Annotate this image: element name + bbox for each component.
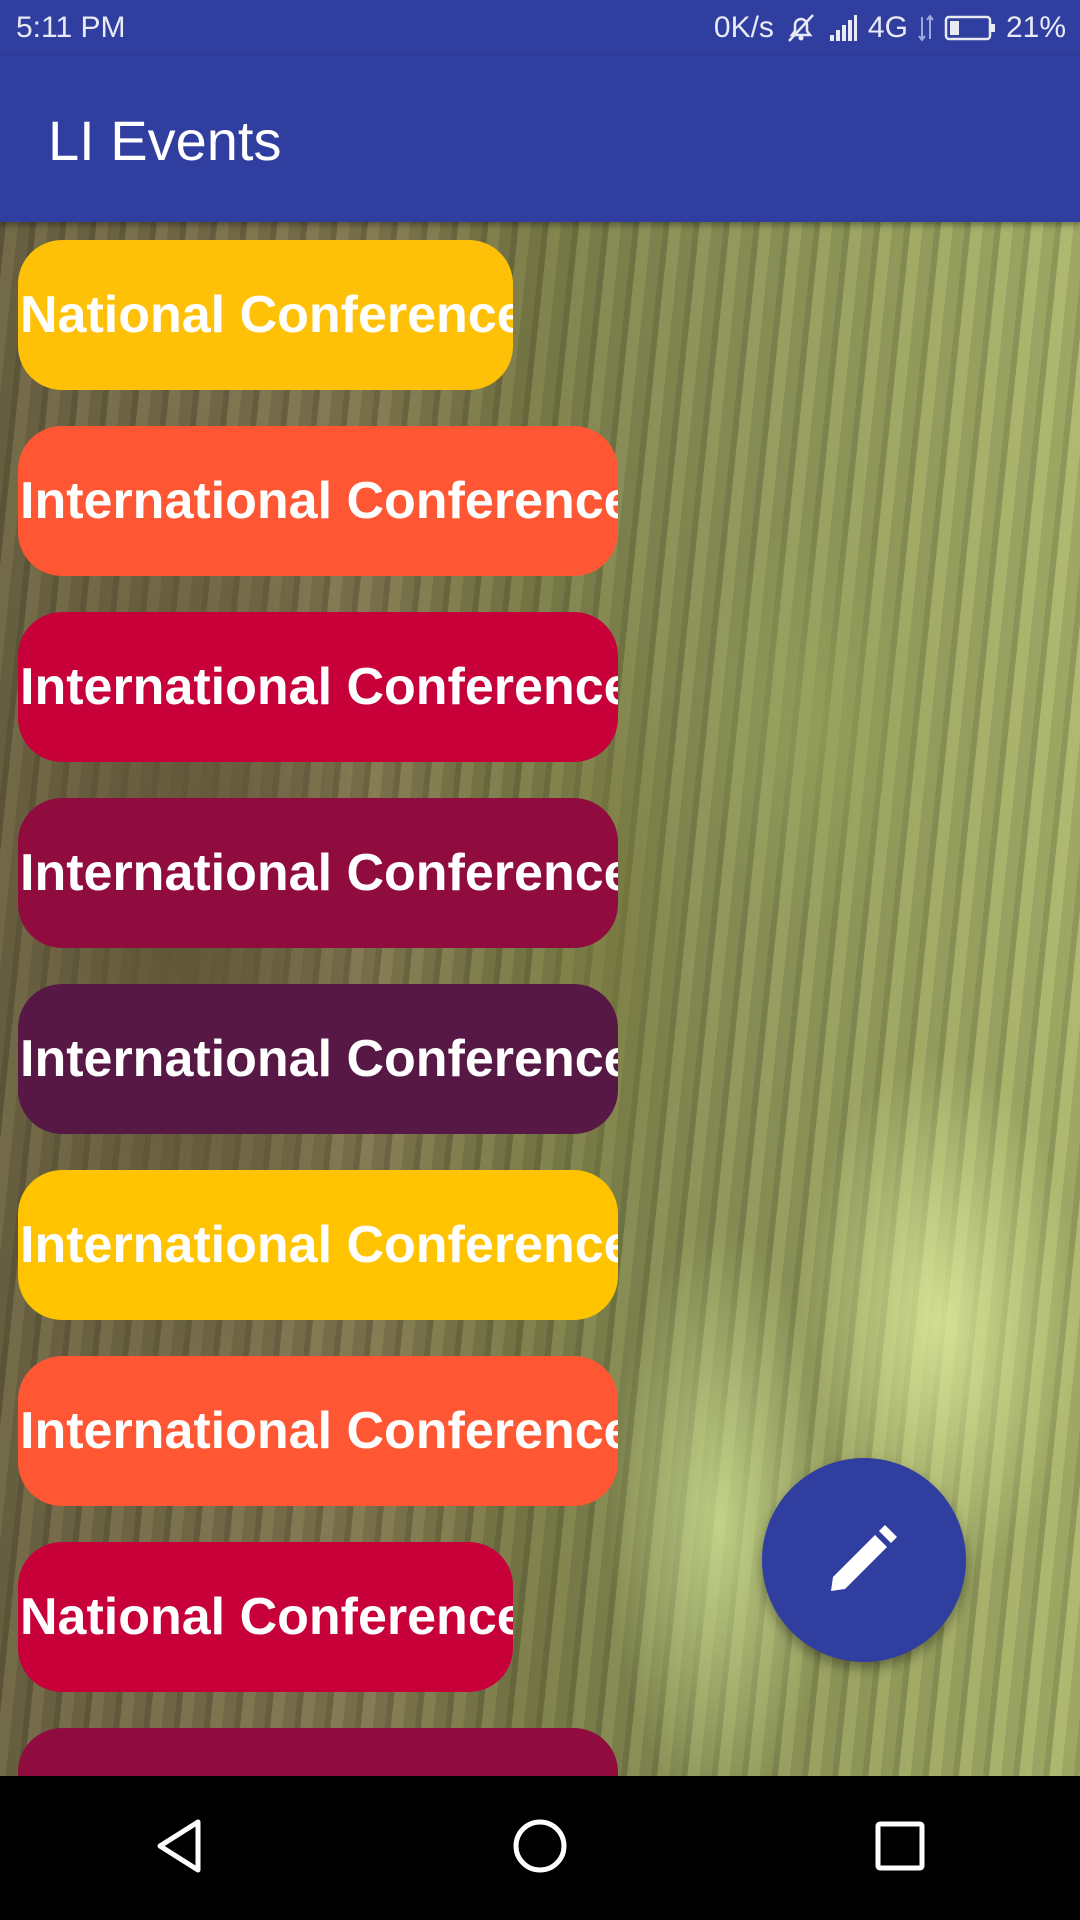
back-icon	[148, 1814, 212, 1883]
alarm-off-icon	[784, 0, 818, 56]
event-label: International Conference	[20, 1402, 618, 1460]
status-bar: 5:11 PM 0K/s 4G 21%	[0, 0, 1080, 56]
event-label: National Conference	[20, 1588, 513, 1646]
event-label: International Conference	[20, 844, 618, 902]
event-item[interactable]: International Conference	[18, 1356, 618, 1506]
event-label: International Conference	[20, 472, 618, 530]
screen: 5:11 PM 0K/s 4G 21% LI Events National C…	[0, 0, 1080, 1920]
event-item[interactable]: International Conference	[18, 1170, 618, 1320]
event-item[interactable]	[18, 1728, 618, 1776]
event-label: National Conference	[20, 286, 513, 344]
app-title: LI Events	[48, 109, 282, 172]
data-arrows-icon	[918, 0, 934, 56]
battery-percent: 21%	[1005, 11, 1066, 44]
event-item[interactable]: International Conference	[18, 798, 618, 948]
navigation-bar	[0, 1776, 1080, 1920]
event-item[interactable]: National Conference	[18, 240, 513, 390]
event-label: International Conference	[20, 1030, 618, 1088]
edit-fab-button[interactable]	[762, 1458, 966, 1662]
recents-button[interactable]	[840, 1788, 960, 1908]
event-item[interactable]: International Conference	[18, 426, 618, 576]
recents-icon	[868, 1814, 932, 1883]
home-icon	[508, 1814, 572, 1883]
signal-icon	[828, 0, 858, 56]
app-bar: LI Events	[0, 56, 1080, 222]
back-button[interactable]	[120, 1788, 240, 1908]
network-speed: 0K/s	[713, 11, 774, 44]
status-icons: 0K/s 4G 21%	[714, 0, 1066, 56]
event-item[interactable]: International Conference	[18, 612, 618, 762]
event-item[interactable]: International Conference	[18, 984, 618, 1134]
battery-icon	[944, 0, 996, 56]
status-time: 5:11 PM	[16, 11, 126, 44]
event-label: International Conference	[20, 1216, 618, 1274]
event-item[interactable]: National Conference	[18, 1542, 513, 1692]
event-label: International Conference	[20, 658, 618, 716]
home-button[interactable]	[480, 1788, 600, 1908]
edit-pencil-icon	[819, 1513, 909, 1608]
network-type: 4G	[867, 11, 908, 44]
